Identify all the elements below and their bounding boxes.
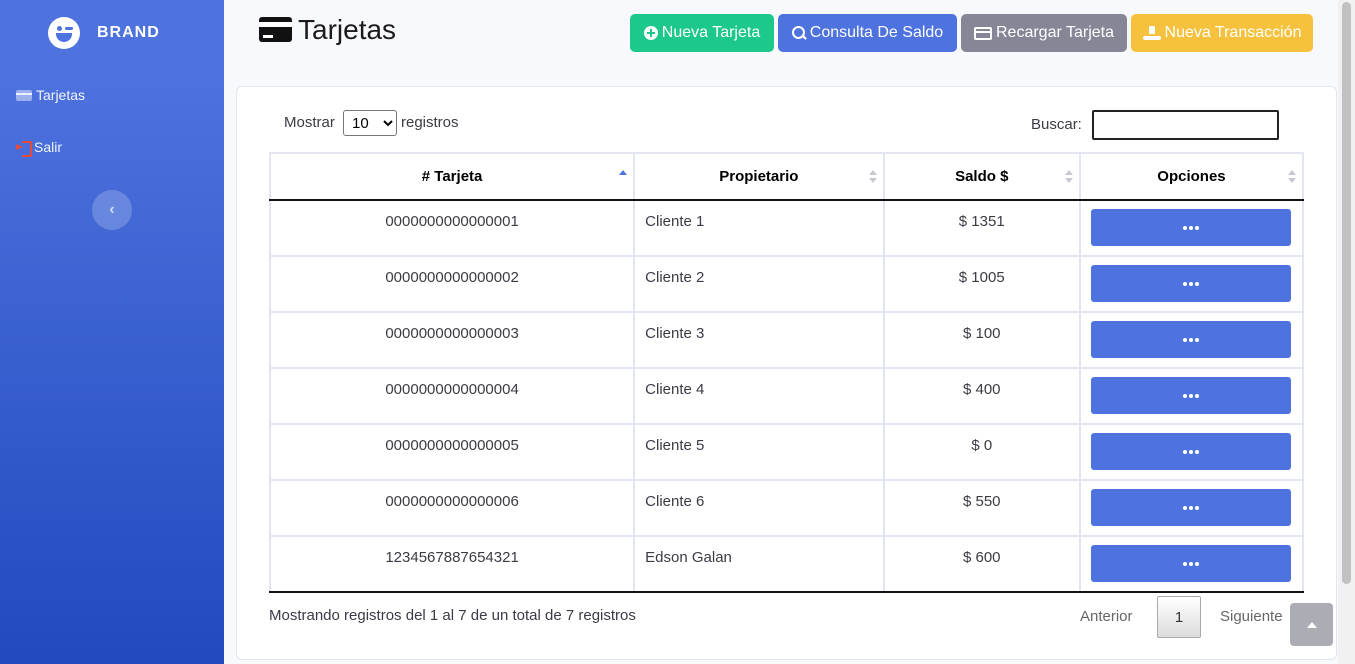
card-number-cell: 0000000000000001 bbox=[268, 199, 636, 257]
owner-cell: Cliente 6 bbox=[633, 479, 885, 537]
card-number-cell: 0000000000000003 bbox=[268, 311, 636, 369]
table-row: 0000000000000003 Cliente 3 $ 100 bbox=[268, 311, 1305, 369]
table-row: 1234567887654321 Edson Galan $ 600 bbox=[268, 535, 1305, 593]
sidebar-item-tarjetas[interactable]: Tarjetas bbox=[16, 87, 85, 103]
balance-cell: $ 1005 bbox=[882, 255, 1081, 313]
options-cell bbox=[1078, 199, 1305, 257]
sort-icon bbox=[868, 170, 877, 184]
ellipsis-icon bbox=[1182, 225, 1199, 230]
plus-circle-icon bbox=[643, 26, 658, 40]
page-length-suffix: registros bbox=[401, 114, 459, 131]
options-button[interactable] bbox=[1090, 209, 1291, 246]
sidebar-item-label: Tarjetas bbox=[36, 87, 86, 103]
pagination-next[interactable]: Siguiente bbox=[1220, 608, 1283, 625]
sidebar-item-salir[interactable]: Salir bbox=[16, 139, 63, 157]
balance-cell: $ 550 bbox=[882, 479, 1081, 537]
options-button[interactable] bbox=[1090, 433, 1291, 470]
balance-query-button[interactable]: Consulta De Saldo bbox=[778, 14, 957, 52]
options-cell bbox=[1078, 311, 1305, 369]
laugh-wink-icon bbox=[48, 17, 80, 49]
credit-card-icon bbox=[259, 17, 292, 42]
ellipsis-icon bbox=[1182, 449, 1199, 454]
sort-asc-icon bbox=[619, 170, 628, 184]
sort-icon bbox=[1064, 170, 1073, 184]
table-row: 0000000000000004 Cliente 4 $ 400 bbox=[268, 367, 1305, 425]
cards-table: # Tarjeta Propietario Saldo $ Opciones 0… bbox=[268, 152, 1305, 593]
new-card-button[interactable]: Nueva Tarjeta bbox=[630, 14, 774, 52]
page-length-label: Mostrar bbox=[284, 114, 335, 131]
owner-cell: Cliente 5 bbox=[633, 423, 885, 481]
balance-cell: $ 600 bbox=[882, 535, 1081, 593]
scrollbar[interactable] bbox=[1338, 0, 1355, 664]
button-label: Consulta De Saldo bbox=[809, 24, 944, 41]
sidebar: BRAND Tarjetas Salir ‹ bbox=[0, 0, 224, 664]
page-title: Tarjetas bbox=[298, 14, 397, 45]
search-input[interactable] bbox=[1092, 110, 1279, 140]
pagination-previous[interactable]: Anterior bbox=[1080, 608, 1133, 625]
options-cell bbox=[1078, 479, 1305, 537]
credit-card-icon bbox=[16, 89, 32, 101]
pagination-page[interactable]: 1 bbox=[1157, 596, 1201, 638]
ellipsis-icon bbox=[1182, 281, 1199, 286]
button-label: Recargar Tarjeta bbox=[996, 24, 1114, 41]
search-dollar-icon bbox=[791, 26, 806, 40]
table-row: 0000000000000002 Cliente 2 $ 1005 bbox=[268, 255, 1305, 313]
options-button[interactable] bbox=[1090, 265, 1291, 302]
options-cell bbox=[1078, 423, 1305, 481]
column-header-card[interactable]: # Tarjeta bbox=[268, 152, 636, 201]
options-button[interactable] bbox=[1090, 377, 1291, 414]
options-button[interactable] bbox=[1090, 545, 1291, 582]
card-number-cell: 0000000000000006 bbox=[268, 479, 636, 537]
owner-cell: Cliente 1 bbox=[633, 199, 885, 257]
table-info: Mostrando registros del 1 al 7 de un tot… bbox=[269, 607, 636, 624]
column-header-owner[interactable]: Propietario bbox=[633, 152, 885, 201]
balance-cell: $ 0 bbox=[882, 423, 1081, 481]
button-label: Nueva Transacción bbox=[1164, 24, 1302, 41]
page-length-select[interactable]: 10 25 50 100 bbox=[343, 110, 397, 136]
balance-cell: $ 1351 bbox=[882, 199, 1081, 257]
table-row: 0000000000000005 Cliente 5 $ 0 bbox=[268, 423, 1305, 481]
sidebar-toggle-button[interactable]: ‹ bbox=[92, 190, 132, 230]
options-button[interactable] bbox=[1090, 321, 1291, 358]
card-number-cell: 1234567887654321 bbox=[268, 535, 636, 593]
column-header-balance[interactable]: Saldo $ bbox=[882, 152, 1081, 201]
options-button[interactable] bbox=[1090, 489, 1291, 526]
balance-cell: $ 400 bbox=[882, 367, 1081, 425]
column-header-options[interactable]: Opciones bbox=[1078, 152, 1305, 201]
brand[interactable]: BRAND bbox=[0, 0, 224, 66]
scroll-to-top-button[interactable] bbox=[1290, 603, 1333, 646]
ellipsis-icon bbox=[1182, 505, 1199, 510]
scrollbar-thumb[interactable] bbox=[1342, 2, 1351, 584]
ellipsis-icon bbox=[1182, 337, 1199, 342]
options-cell bbox=[1078, 535, 1305, 593]
card-number-cell: 0000000000000005 bbox=[268, 423, 636, 481]
search-label: Buscar: bbox=[1031, 116, 1082, 133]
sidebar-item-label: Salir bbox=[34, 139, 63, 155]
owner-cell: Cliente 4 bbox=[633, 367, 885, 425]
options-cell bbox=[1078, 255, 1305, 313]
credit-card-icon bbox=[974, 26, 992, 40]
new-transaction-button[interactable]: Nueva Transacción bbox=[1131, 14, 1313, 52]
hand-holding-icon bbox=[1142, 26, 1161, 40]
card-number-cell: 0000000000000004 bbox=[268, 367, 636, 425]
recharge-card-button[interactable]: Recargar Tarjeta bbox=[961, 14, 1127, 52]
sign-out-icon bbox=[16, 141, 32, 157]
brand-text: BRAND bbox=[97, 24, 160, 41]
card-number-cell: 0000000000000002 bbox=[268, 255, 636, 313]
owner-cell: Cliente 2 bbox=[633, 255, 885, 313]
balance-cell: $ 100 bbox=[882, 311, 1081, 369]
table-row: 0000000000000001 Cliente 1 $ 1351 bbox=[268, 199, 1305, 257]
sort-icon bbox=[1288, 170, 1296, 184]
table-row: 0000000000000006 Cliente 6 $ 550 bbox=[268, 479, 1305, 537]
ellipsis-icon bbox=[1182, 393, 1199, 398]
owner-cell: Edson Galan bbox=[633, 535, 885, 593]
options-cell bbox=[1078, 367, 1305, 425]
ellipsis-icon bbox=[1182, 561, 1199, 566]
button-label: Nueva Tarjeta bbox=[661, 24, 761, 41]
chevron-left-icon: ‹ bbox=[109, 201, 115, 218]
owner-cell: Cliente 3 bbox=[633, 311, 885, 369]
